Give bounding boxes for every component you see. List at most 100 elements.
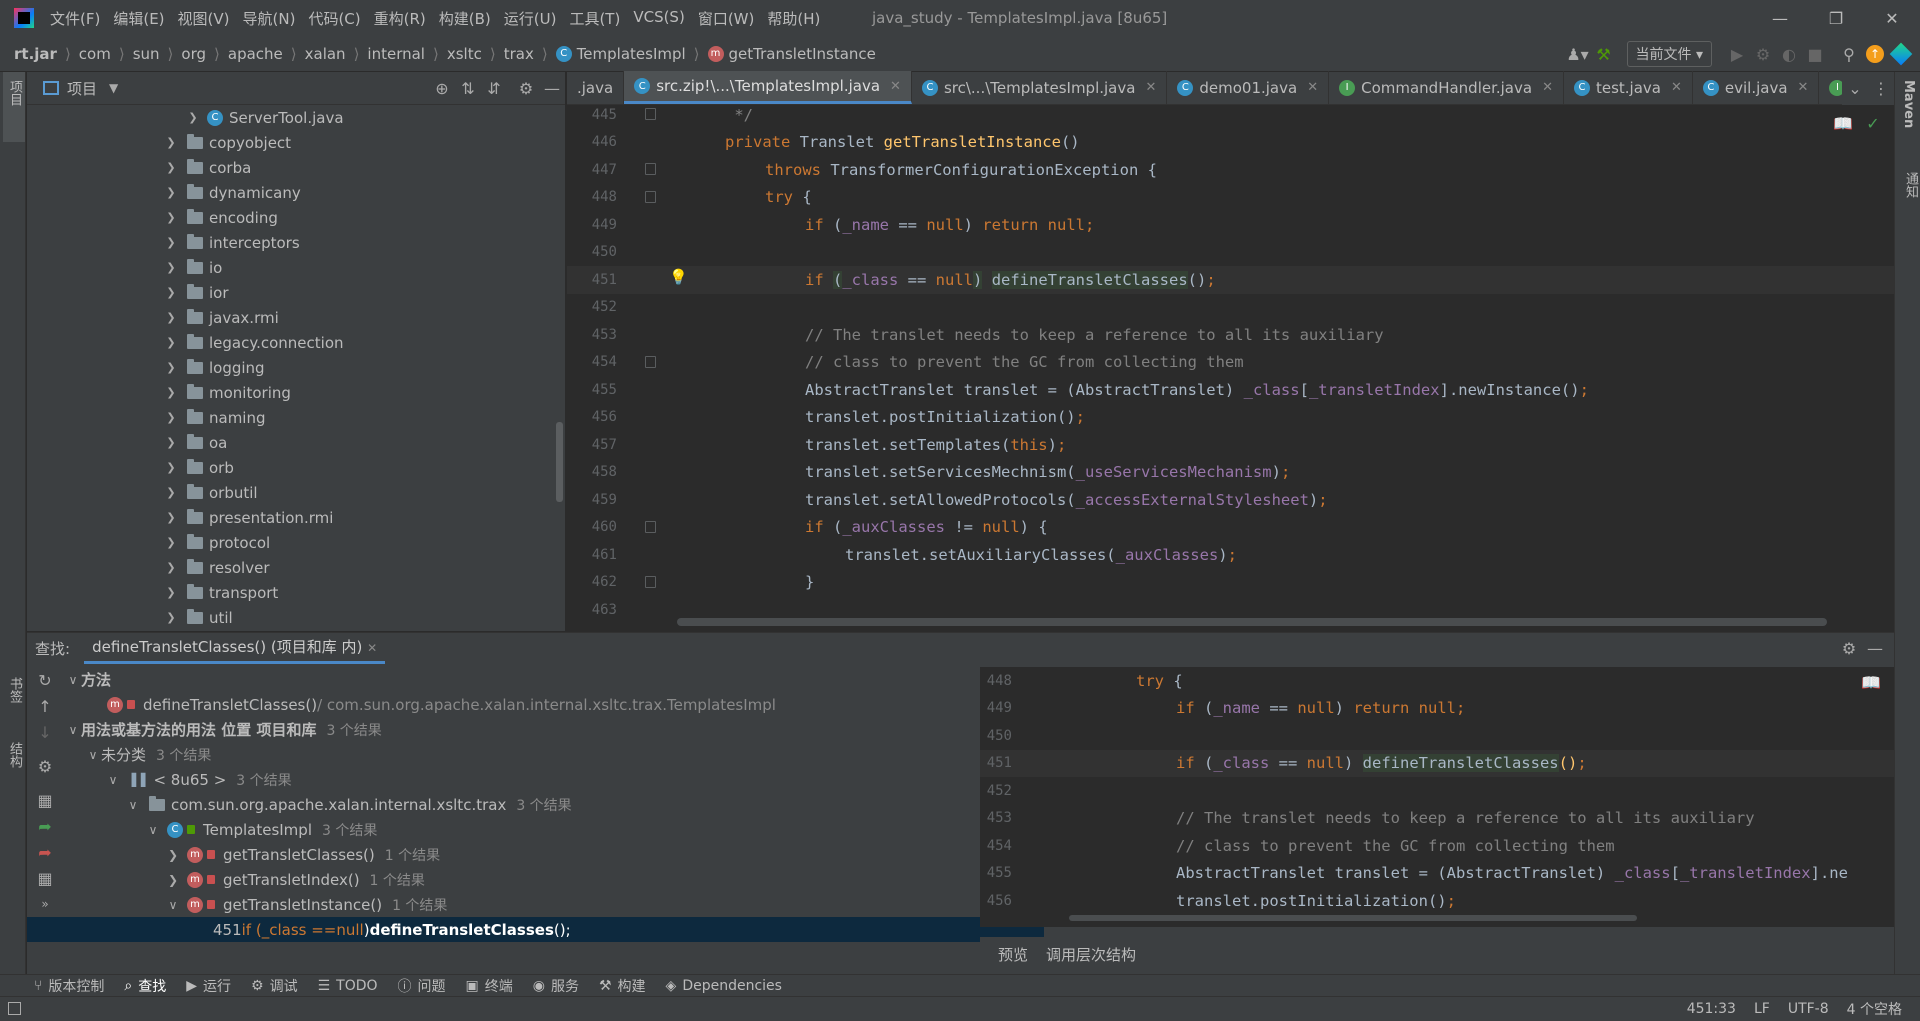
tree-folder-item[interactable]: ❯ javax.rmi <box>27 305 565 330</box>
tree-folder-item[interactable]: ❯ protocol <box>27 530 565 555</box>
status-layout-icon[interactable] <box>8 1002 21 1015</box>
tree-folder-item[interactable]: ❯ logging <box>27 355 565 380</box>
chevron-right-icon[interactable]: ❯ <box>163 461 179 474</box>
reader-mode-icon[interactable]: 📖 <box>1830 110 1856 136</box>
find-preview[interactable]: 448 try {449 if (_name == null) return nul… <box>980 667 1894 927</box>
tree-folder-item[interactable]: ❯ transport <box>27 580 565 605</box>
tool-button-4[interactable]: ☰ TODO <box>318 978 378 994</box>
chevron-right-icon[interactable]: ❯ <box>163 586 179 599</box>
menu-item[interactable]: 工具(T) <box>569 8 620 29</box>
chevron-right-icon[interactable]: ❯ <box>163 486 179 499</box>
update-icon[interactable]: ↑ <box>1862 41 1888 67</box>
hide-panel-icon[interactable]: — <box>539 75 565 101</box>
tool-button-1[interactable]: ⌕ 查找 <box>124 976 166 996</box>
menu-item[interactable]: 导航(N) <box>243 8 296 29</box>
notifications-tool-button[interactable]: 通知 <box>1901 172 1920 198</box>
project-scrollbar[interactable] <box>556 422 563 502</box>
breadcrumb-item[interactable]: rt.jar <box>14 45 57 63</box>
tree-folder-item[interactable]: ❯ copyobject <box>27 130 565 155</box>
debug-icon[interactable]: ⚙ <box>1750 41 1776 67</box>
restore-button[interactable]: ❐ <box>1808 0 1864 36</box>
run-config-select[interactable]: 当前文件 ▾ <box>1626 41 1712 67</box>
tree-folder-item[interactable]: ❯ naming <box>27 405 565 430</box>
preview-toggle-icon[interactable]: ▦ <box>32 865 58 891</box>
stop-icon[interactable]: ■ <box>1802 41 1828 67</box>
breadcrumb-item[interactable]: TemplatesImpl <box>577 45 686 63</box>
locate-icon[interactable]: ⊕ <box>429 75 455 101</box>
tree-folder-item[interactable]: ❯ oa <box>27 430 565 455</box>
chevron-right-icon[interactable]: ❯ <box>163 211 179 224</box>
find-result-row[interactable]: ∨ 未分类 3 个结果 <box>65 742 1005 767</box>
menu-item[interactable]: 构建(B) <box>439 8 491 29</box>
tree-folder-item[interactable]: ❯ orb <box>27 455 565 480</box>
chevron-right-icon[interactable]: ❯ <box>163 386 179 399</box>
gear-icon[interactable]: ⚙ <box>513 75 539 101</box>
tool-button-2[interactable]: ▶ 运行 <box>186 976 231 996</box>
tree-folder-item[interactable]: ❯ encoding <box>27 205 565 230</box>
hide-panel-icon[interactable]: — <box>1862 635 1888 661</box>
arrow-up-icon[interactable]: ↑ <box>32 693 58 719</box>
close-icon[interactable]: ✕ <box>367 641 377 655</box>
search-everywhere-icon[interactable]: ⚲ <box>1836 41 1862 67</box>
chevron-right-icon[interactable]: ❯ <box>163 611 179 624</box>
gear-icon[interactable]: ⚙ <box>1836 635 1862 661</box>
tree-folder-item[interactable]: ❯ legacy.connection <box>27 330 565 355</box>
chevron-right-icon[interactable]: ❯ <box>185 111 201 124</box>
fold-marker-icon[interactable] <box>645 520 656 533</box>
tool-button-5[interactable]: ⓘ 问题 <box>398 976 446 996</box>
chevron-right-icon[interactable]: ❯ <box>163 536 179 549</box>
reader-mode-icon[interactable]: 📖 <box>1858 669 1884 695</box>
tool-button-9[interactable]: ◈ Dependencies <box>666 978 782 994</box>
navigate-icon[interactable]: ➦ <box>32 813 58 839</box>
chevron-right-icon[interactable]: ❯ <box>163 161 179 174</box>
menu-item[interactable]: 代码(C) <box>308 8 360 29</box>
chevron-right-icon[interactable]: ❯ <box>163 361 179 374</box>
breadcrumb-item[interactable]: org <box>181 45 206 63</box>
chevron-right-icon[interactable]: ❯ <box>165 848 181 862</box>
menu-item[interactable]: VCS(S) <box>633 8 684 29</box>
chevron-down-icon[interactable]: ▼ <box>109 81 118 95</box>
breadcrumb-item[interactable]: getTransletInstance <box>729 45 876 63</box>
chevron-down-icon[interactable]: ∨ <box>165 898 181 912</box>
tree-folder-item[interactable]: ❯ interceptors <box>27 230 565 255</box>
chevron-down-icon[interactable]: ∨ <box>65 673 81 687</box>
intellij-logo-icon[interactable] <box>14 8 34 28</box>
tool-button-3[interactable]: ⚙ 调试 <box>251 976 298 996</box>
call-hierarchy-tab[interactable]: 调用层次结构 <box>1046 944 1136 965</box>
chevron-down-icon[interactable]: ∨ <box>125 798 141 812</box>
caret-position[interactable]: 451:33 <box>1687 1001 1736 1017</box>
expand-more-icon[interactable]: » <box>32 891 58 917</box>
file-encoding[interactable]: UTF-8 <box>1788 1001 1829 1017</box>
tree-folder-item[interactable]: ❯ util <box>27 605 565 630</box>
find-result-row[interactable]: m defineTransletClasses() / com.sun.org.a… <box>65 692 1005 717</box>
chevron-down-icon[interactable]: ∨ <box>105 773 121 787</box>
tool-button-0[interactable]: ⑂ 版本控制 <box>34 976 104 996</box>
fold-marker-icon[interactable] <box>645 355 656 368</box>
rerun-icon[interactable]: ↻ <box>32 667 58 693</box>
breadcrumb-item[interactable]: trax <box>504 45 534 63</box>
fold-marker-icon[interactable] <box>645 190 656 203</box>
tree-folder-item[interactable]: ❯ dynamicany <box>27 180 565 205</box>
build-hammer-icon[interactable]: ⚒ <box>1591 41 1617 67</box>
tree-folder-item[interactable]: ❯ io <box>27 255 565 280</box>
tree-folder-item[interactable]: ❯ resolver <box>27 555 565 580</box>
chevron-right-icon[interactable]: ❯ <box>163 261 179 274</box>
code-area[interactable]: 445 */ 446 private Translet getTransletIns… <box>567 91 1894 624</box>
fold-marker-icon[interactable] <box>645 575 656 588</box>
tool-button-8[interactable]: ⚒ 构建 <box>599 976 646 996</box>
find-result-row[interactable]: ∨ ▐▐ < 8u65 > 3 个结果 <box>65 767 1005 792</box>
chevron-right-icon[interactable]: ❯ <box>165 873 181 887</box>
find-result-row[interactable]: ❯ m getTransletIndex() 1 个结果 <box>65 867 1005 892</box>
arrow-down-icon[interactable]: ↓ <box>32 719 58 745</box>
chevron-right-icon[interactable]: ❯ <box>163 511 179 524</box>
bookmarks-tool-button[interactable]: 书签 <box>5 677 24 703</box>
breadcrumb-item[interactable]: sun <box>133 45 160 63</box>
chevron-right-icon[interactable]: ❯ <box>163 286 179 299</box>
chevron-down-icon[interactable]: ∨ <box>65 723 81 737</box>
chevron-right-icon[interactable]: ❯ <box>163 436 179 449</box>
chevron-right-icon[interactable]: ❯ <box>163 561 179 574</box>
project-tool-button[interactable]: 项目 <box>5 80 24 106</box>
preview-h-scrollbar[interactable] <box>1069 915 1637 921</box>
tree-folder-item[interactable]: ❯ presentation.rmi <box>27 505 565 530</box>
breadcrumb-item[interactable]: xsltc <box>447 45 482 63</box>
